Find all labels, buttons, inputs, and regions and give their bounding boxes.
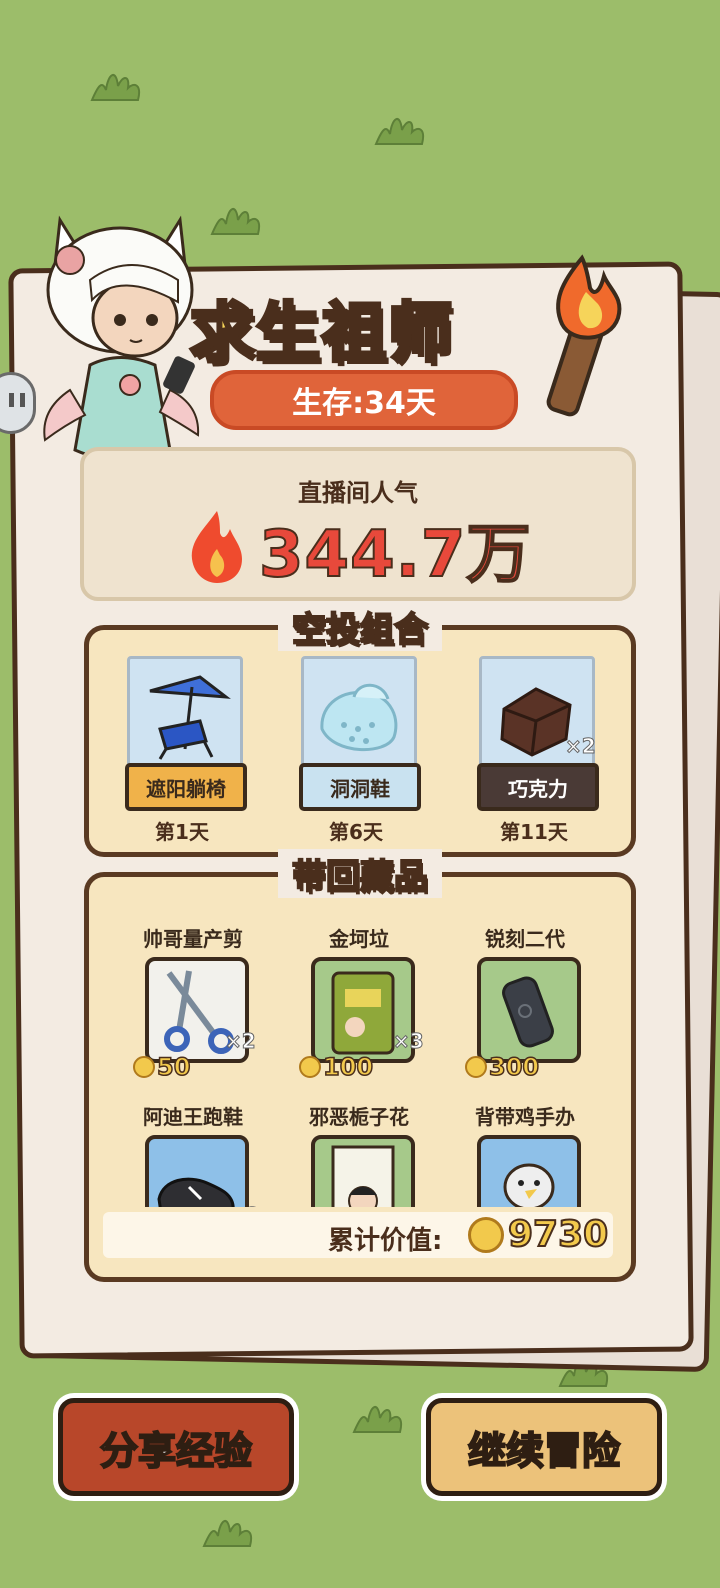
item-name: 帅哥量产剪: [143, 927, 243, 951]
poster-book-icon: [331, 1145, 395, 1207]
item-frame: [127, 656, 243, 777]
item-frame: [477, 957, 581, 1063]
item-day: 第6天: [329, 820, 383, 844]
item-frame: [479, 656, 595, 777]
item-name: 背带鸡手办: [475, 1105, 575, 1129]
collection-item[interactable]: 邪恶栀子花: [289, 1101, 429, 1207]
grass-tuft-decoration: [90, 74, 140, 101]
collection-item[interactable]: 阿迪王跑鞋 ×6: [123, 1101, 263, 1207]
beach-chair-icon: [149, 675, 231, 760]
pause-icon: [9, 393, 25, 407]
continue-button-label: 继续冒险: [467, 1428, 621, 1474]
item-price: 300: [465, 1052, 540, 1082]
item-label: 巧克力: [477, 763, 599, 811]
airdrop-panel: 空投组合 遮阳躺椅 第1天 洞洞鞋 第6天 ×2 巧克力 第11天: [84, 602, 636, 857]
total-value-number: 9730: [507, 1213, 609, 1256]
coin-icon: [468, 1216, 504, 1253]
item-frame: [477, 1135, 581, 1207]
coin-icon: [299, 1056, 321, 1078]
item-name: 金坷垃: [329, 927, 389, 951]
item-price: 100: [299, 1052, 374, 1082]
page-title: 求生祖师: [188, 295, 454, 373]
item-quantity: ×6: [227, 1203, 259, 1208]
airdrop-item[interactable]: 洞洞鞋 第6天: [291, 656, 421, 846]
sneakers-icon: [157, 1177, 235, 1207]
coin-icon: [465, 1056, 487, 1078]
item-quantity: ×3: [393, 1029, 425, 1054]
collection-item[interactable]: 帅哥量产剪 ×2 50: [123, 923, 263, 1082]
item-frame: [145, 1135, 249, 1207]
item-label: 洞洞鞋: [299, 763, 421, 811]
coin-icon: [133, 1056, 155, 1078]
survival-days-badge: 生存:34天: [210, 370, 518, 430]
character-avatar: [43, 215, 200, 462]
torch-icon: [546, 254, 622, 417]
grass-tuft-decoration: [352, 1406, 402, 1433]
grass-tuft-decoration: [210, 208, 260, 235]
item-price-value: 50: [156, 1052, 191, 1082]
crocs-shoe-icon: [320, 683, 398, 752]
grass-tuft-decoration: [374, 118, 424, 145]
share-button[interactable]: 分享经验: [58, 1398, 294, 1496]
chicken-figure-icon: [503, 1163, 555, 1207]
item-frame: [311, 1135, 415, 1207]
e-cigarette-icon: [502, 976, 554, 1048]
item-name: 阿迪王跑鞋: [143, 1105, 243, 1129]
collection-item[interactable]: 金坷垃 ×3 100: [289, 923, 429, 1082]
total-value: 9730: [468, 1213, 609, 1256]
airdrop-item[interactable]: 遮阳躺椅 第1天: [117, 656, 247, 846]
airdrop-item[interactable]: ×2 巧克力 第11天: [469, 656, 599, 846]
item-frame: [301, 656, 417, 777]
item-name: 锐刻二代: [485, 927, 565, 951]
item-price-value: 300: [488, 1052, 540, 1082]
popularity-panel: 直播间人气 344.7万: [80, 447, 636, 601]
item-day: 第1天: [155, 820, 209, 844]
item-price-value: 100: [322, 1052, 374, 1082]
collection-panel: 带回藏品 帅哥量产剪 ×2 50 金坷垃 ×3 100 锐刻二代 300 阿迪王…: [84, 849, 636, 1282]
collection-item[interactable]: 锐刻二代 300: [455, 923, 595, 1082]
grass-tuft-decoration: [202, 1520, 252, 1547]
total-value-bar: 累计价值: 9730: [103, 1212, 613, 1258]
item-day: 第11天: [500, 820, 568, 844]
collection-grid: 帅哥量产剪 ×2 50 金坷垃 ×3 100 锐刻二代 300 阿迪王跑鞋 邪恶…: [89, 877, 631, 1207]
item-name: 邪恶栀子花: [309, 1105, 409, 1129]
airdrop-title: 空投组合: [278, 602, 442, 651]
popularity-value: 344.7万: [258, 517, 532, 593]
share-button-label: 分享经验: [99, 1428, 253, 1474]
item-price: 50: [133, 1052, 191, 1082]
total-label: 累计价值:: [328, 1226, 443, 1256]
item-quantity: ×2: [225, 1029, 257, 1054]
item-label: 遮阳躺椅: [125, 763, 247, 811]
collection-item[interactable]: 背带鸡手办: [455, 1101, 595, 1207]
item-quantity: ×2: [565, 734, 597, 759]
continue-button[interactable]: 继续冒险: [426, 1398, 662, 1496]
fire-icon: [191, 511, 242, 583]
